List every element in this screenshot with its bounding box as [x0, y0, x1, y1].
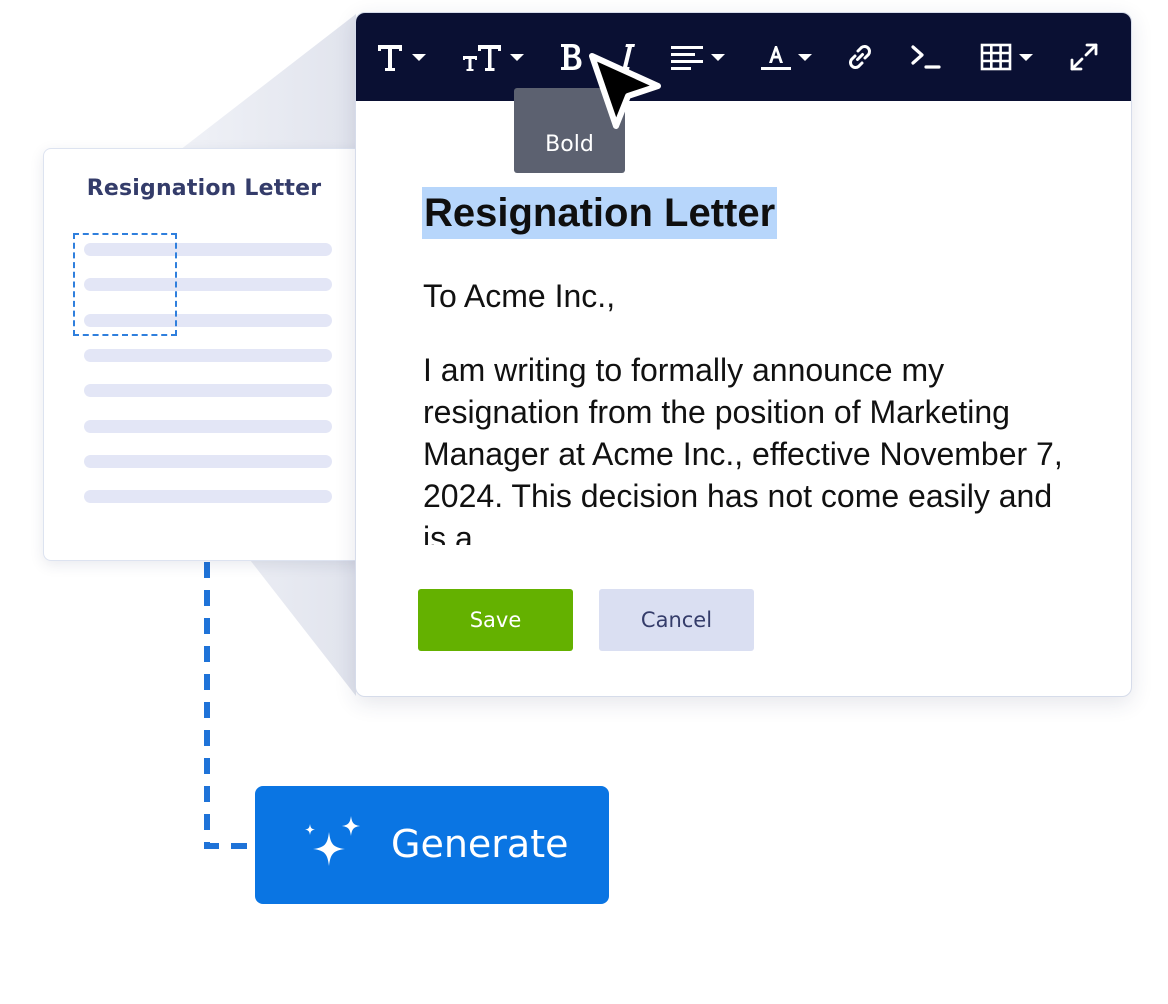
sparkle-icon: [305, 816, 360, 866]
editor-toolbar: [356, 13, 1131, 101]
mouse-cursor-icon: [589, 53, 661, 129]
document-salutation: To Acme Inc.,: [423, 278, 616, 314]
generate-label: Generate: [391, 822, 569, 866]
table-icon: [980, 43, 1011, 71]
text-color-icon: [760, 46, 791, 70]
chevron-down-icon: [710, 53, 725, 61]
expand-icon: [1070, 43, 1098, 71]
text-style-button[interactable]: [370, 31, 430, 83]
generate-button[interactable]: Generate: [255, 786, 609, 904]
chevron-down-icon: [1018, 53, 1033, 61]
align-left-icon: [670, 46, 703, 70]
document-paragraph: I am writing to formally announce my res…: [423, 352, 1063, 545]
thumbnail-text-line: [84, 455, 332, 468]
cancel-button[interactable]: Cancel: [599, 589, 754, 651]
thumbnail-selection-box: [73, 233, 177, 336]
code-button[interactable]: [908, 31, 944, 83]
chevron-down-icon: [797, 53, 812, 61]
fullscreen-button[interactable]: [1064, 31, 1104, 83]
thumbnail-title: Resignation Letter: [86, 176, 322, 201]
thumbnail-text-line: [84, 384, 332, 397]
table-button[interactable]: [974, 31, 1038, 83]
text-size-button[interactable]: [456, 31, 528, 83]
rich-text-editor: Bold Resignation Letter To Acme Inc., I …: [355, 12, 1132, 697]
link-icon: [849, 45, 871, 69]
document-body[interactable]: To Acme Inc., I am writing to formally a…: [423, 275, 1063, 545]
document-heading[interactable]: Resignation Letter: [422, 187, 778, 239]
text-size-icon: [462, 45, 501, 71]
chevron-down-icon: [509, 53, 524, 61]
bold-icon: [561, 44, 582, 70]
link-button[interactable]: [842, 31, 878, 83]
align-button[interactable]: [666, 31, 728, 83]
text-color-button[interactable]: [758, 31, 812, 83]
thumbnail-text-line: [84, 490, 332, 503]
chevron-down-icon: [411, 53, 426, 61]
thumbnail-text-line: [84, 349, 332, 362]
bold-button[interactable]: [554, 31, 588, 83]
thumbnail-text-line: [84, 420, 332, 433]
terminal-icon: [911, 45, 941, 69]
text-style-icon: [377, 45, 402, 71]
save-button[interactable]: Save: [418, 589, 573, 651]
